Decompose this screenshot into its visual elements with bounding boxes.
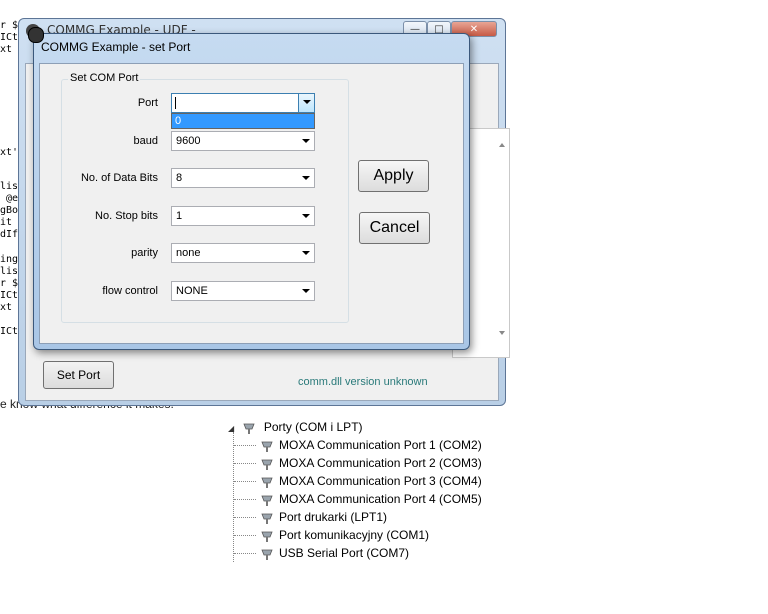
code-line: lis — [0, 266, 19, 277]
set-port-dialog: COMMG Example - set Port Set COM Port Po… — [28, 27, 470, 350]
flow-control-combo[interactable]: NONE — [171, 281, 315, 301]
code-line: r $ — [0, 20, 19, 31]
tree-item[interactable]: USB Serial Port (COM7) — [260, 544, 409, 562]
chevron-down-icon — [302, 214, 310, 218]
tree-item[interactable]: MOXA Communication Port 4 (COM5) — [260, 490, 482, 508]
code-line: r $ — [0, 278, 19, 289]
parity-combo[interactable]: none — [171, 243, 315, 263]
chevron-down-icon — [302, 289, 310, 293]
tree-item[interactable]: MOXA Communication Port 2 (COM3) — [260, 454, 482, 472]
port-icon — [260, 493, 274, 507]
port-dropdown-button[interactable] — [298, 94, 314, 112]
tree-item-label: MOXA Communication Port 3 (COM4) — [279, 474, 482, 488]
code-line: xt — [0, 44, 13, 55]
dialog-client: Set COM Port Port baud 9600 No. of Data … — [39, 63, 464, 344]
data-bits-combo[interactable]: 8 — [171, 168, 315, 188]
chevron-down-icon — [303, 100, 311, 104]
code-line: ing — [0, 254, 19, 265]
tree-connector — [234, 499, 256, 500]
tree-connector — [234, 481, 256, 482]
code-line: it — [0, 217, 13, 228]
tree-item-label: MOXA Communication Port 4 (COM5) — [279, 492, 482, 506]
text-caret — [175, 97, 176, 109]
tree-item-label: MOXA Communication Port 1 (COM2) — [279, 438, 482, 452]
tree-item[interactable]: MOXA Communication Port 1 (COM2) — [260, 436, 482, 454]
dialog-title: COMMG Example - set Port — [41, 40, 191, 54]
stop-bits-value: 1 — [176, 210, 183, 222]
scroll-up-icon — [499, 143, 505, 147]
code-line: ICt — [0, 32, 19, 43]
code-line: ICt — [0, 326, 19, 337]
expand-arrow-icon: ◢ — [228, 424, 235, 433]
flow-control-value: NONE — [176, 285, 208, 297]
chevron-down-icon — [302, 139, 310, 143]
tree-item-label: USB Serial Port (COM7) — [279, 546, 410, 560]
scroll-down-icon — [499, 331, 505, 335]
tree-connector — [234, 517, 256, 518]
tree-connector — [234, 445, 256, 446]
parity-value: none — [176, 247, 201, 259]
tree-connector — [234, 535, 256, 536]
code-line: xt — [0, 302, 13, 313]
port-option[interactable]: 0 — [172, 114, 314, 128]
tree-item-label: Port drukarki (LPT1) — [279, 510, 388, 524]
tree-connector — [234, 553, 256, 554]
port-icon — [242, 421, 256, 435]
stop-bits-combo[interactable]: 1 — [171, 206, 315, 226]
close-icon: ✕ — [469, 24, 479, 35]
flow-control-label: flow control — [102, 285, 158, 297]
port-icon — [260, 529, 274, 543]
code-line: ICt — [0, 290, 19, 301]
set-port-button[interactable]: Set Port — [43, 361, 114, 389]
port-icon — [260, 457, 274, 471]
baud-combo[interactable]: 9600 — [171, 131, 315, 151]
port-icon — [260, 439, 274, 453]
port-icon — [260, 547, 274, 561]
cancel-button[interactable]: Cancel — [359, 212, 430, 244]
chevron-down-icon — [302, 251, 310, 255]
code-line: lis — [0, 181, 19, 192]
dll-version-label: comm.dll version unknown — [298, 376, 428, 388]
tree-connector — [234, 463, 256, 464]
tree-root[interactable]: ◢ Porty (COM i LPT) — [228, 418, 363, 436]
tree-item-label: Port komunikacyjny (COM1) — [279, 528, 430, 542]
chevron-down-icon — [302, 176, 310, 180]
baud-value: 9600 — [176, 135, 201, 147]
group-label: Set COM Port — [68, 72, 141, 84]
parity-label: parity — [131, 247, 158, 259]
tree-root-label: Porty (COM i LPT) — [263, 420, 363, 434]
device-tree: ◢ Porty (COM i LPT) MOXA Communication P… — [228, 418, 508, 568]
port-icon — [260, 511, 274, 525]
port-combo[interactable] — [171, 93, 315, 113]
baud-label: baud — [133, 135, 158, 147]
data-bits-value: 8 — [176, 172, 183, 184]
code-line: @e — [0, 193, 19, 204]
port-icon — [260, 475, 274, 489]
stop-bits-label: No. Stop bits — [95, 210, 158, 222]
port-label: Port — [137, 97, 158, 109]
tree-item-label: MOXA Communication Port 2 (COM3) — [279, 456, 482, 470]
code-line: gBo — [0, 205, 19, 216]
code-line: dIf — [0, 229, 19, 240]
tree-guide-line — [233, 432, 234, 562]
tree-item[interactable]: Port drukarki (LPT1) — [260, 508, 387, 526]
tree-item[interactable]: Port komunikacyjny (COM1) — [260, 526, 429, 544]
data-bits-label: No. of Data Bits — [80, 172, 158, 184]
apply-button[interactable]: Apply — [358, 160, 429, 192]
port-dropdown-list: 0 — [171, 113, 315, 129]
tree-item[interactable]: MOXA Communication Port 3 (COM4) — [260, 472, 482, 490]
